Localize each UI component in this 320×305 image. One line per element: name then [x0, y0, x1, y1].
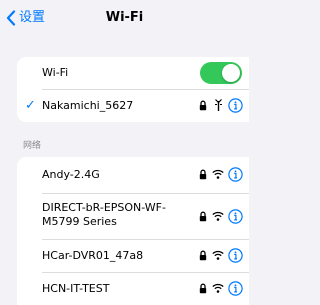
- network-row-hcn[interactable]: HCN-IT-TEST: [17, 273, 249, 305]
- lock-icon: [199, 283, 207, 294]
- checkmark-icon: ✓: [25, 98, 36, 113]
- networks-section-label: 网络: [23, 141, 42, 151]
- wifi-icon: [212, 169, 224, 179]
- network-name: HCar-DVR01_47a8: [42, 249, 144, 262]
- info-icon[interactable]: [228, 281, 243, 296]
- network-row-hcar[interactable]: HCar-DVR01_47a8: [17, 240, 249, 272]
- network-name-line2: M5799 Series: [42, 215, 117, 228]
- wifi-settings-screen: 设置 Wi-Fi Wi-Fi ✓ Nakamichi_5627 网络 Andy-…: [0, 0, 249, 305]
- wifi-toggle-switch[interactable]: [200, 62, 242, 84]
- lock-icon: [199, 100, 207, 111]
- wifi-icon: [212, 211, 224, 221]
- info-icon[interactable]: [228, 248, 243, 263]
- back-button-label: 设置: [19, 10, 46, 25]
- info-icon[interactable]: [228, 167, 243, 182]
- connected-network-name: Nakamichi_5627: [42, 99, 134, 112]
- lock-icon: [199, 169, 207, 180]
- connected-network-row[interactable]: ✓ Nakamichi_5627: [17, 90, 249, 122]
- wifi-icon: [212, 250, 224, 260]
- signal-icon: [215, 99, 222, 111]
- back-button[interactable]: 设置: [6, 8, 45, 28]
- network-name: HCN-IT-TEST: [42, 282, 110, 295]
- wifi-icon: [212, 283, 224, 293]
- network-row-andy[interactable]: Andy-2.4G: [17, 157, 249, 189]
- lock-icon: [199, 211, 207, 222]
- info-icon[interactable]: [228, 98, 243, 113]
- chevron-left-icon: [6, 10, 16, 26]
- toggle-knob: [222, 64, 240, 82]
- info-icon[interactable]: [228, 209, 243, 224]
- navigation-bar: 设置 Wi-Fi: [0, 0, 249, 36]
- network-name: DIRECT-bR-EPSON-WF-: [42, 201, 166, 214]
- lock-icon: [199, 250, 207, 261]
- network-row-epson[interactable]: DIRECT-bR-EPSON-WF- M5799 Series: [17, 194, 249, 238]
- wifi-toggle-label: Wi-Fi: [42, 66, 69, 79]
- wifi-toggle-row: Wi-Fi: [17, 57, 249, 89]
- network-name: Andy-2.4G: [42, 168, 100, 181]
- wifi-status-card: Wi-Fi ✓ Nakamichi_5627: [17, 57, 249, 122]
- networks-list: Andy-2.4G DIRECT-bR-EPSON-WF- M5799 Seri…: [17, 157, 249, 305]
